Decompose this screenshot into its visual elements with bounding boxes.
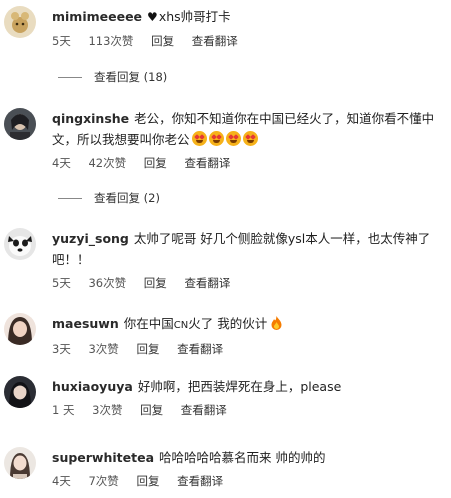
- comment-text: 好帅啊，把西装焊死在身上，please: [137, 379, 342, 394]
- view-replies-label: 查看回复 (18): [94, 70, 168, 84]
- username[interactable]: mimimeeeee: [52, 9, 142, 24]
- see-translation-button[interactable]: 查看翻译: [177, 474, 223, 488]
- reply-button[interactable]: 回复: [151, 34, 174, 48]
- comment-text-part: 火了 我的伙计: [188, 316, 268, 331]
- heart-icon: ♥: [147, 10, 158, 24]
- comment-time: 4天: [52, 474, 71, 488]
- reply-button[interactable]: 回复: [144, 276, 167, 290]
- see-translation-button[interactable]: 查看翻译: [184, 156, 230, 170]
- avatar[interactable]: [4, 108, 36, 140]
- username[interactable]: qingxinshe: [52, 111, 129, 126]
- avatar[interactable]: [4, 228, 36, 260]
- like-count[interactable]: 42次赞: [88, 156, 126, 170]
- like-count[interactable]: 113次赞: [88, 34, 133, 48]
- star-struck-emoji-icon: [208, 131, 224, 146]
- comment-time: 3天: [52, 342, 71, 356]
- username[interactable]: maesuwn: [52, 316, 119, 331]
- comment-text-cn: CN: [173, 320, 189, 331]
- comment-text: xhs帅哥打卡: [158, 9, 231, 24]
- like-count[interactable]: 3次赞: [88, 342, 118, 356]
- reply-button[interactable]: 回复: [140, 403, 163, 417]
- like-count[interactable]: 3次赞: [92, 403, 122, 417]
- fire-emoji-icon: [271, 316, 282, 330]
- comment-time: 5天: [52, 276, 71, 290]
- reply-button[interactable]: 回复: [136, 474, 159, 488]
- see-translation-button[interactable]: 查看翻译: [192, 34, 238, 48]
- divider-line: [58, 198, 82, 199]
- avatar[interactable]: [4, 6, 36, 38]
- like-count[interactable]: 7次赞: [88, 474, 118, 488]
- avatar[interactable]: [4, 313, 36, 345]
- username[interactable]: superwhitetea: [52, 450, 154, 465]
- divider-line: [58, 77, 82, 78]
- username[interactable]: yuzyi_song: [52, 231, 129, 246]
- username[interactable]: huxiaoyuya: [52, 379, 133, 394]
- view-replies-label: 查看回复 (2): [94, 191, 160, 205]
- star-struck-emoji-icon: [191, 131, 207, 146]
- star-struck-emoji-icon: [242, 131, 258, 146]
- see-translation-button[interactable]: 查看翻译: [177, 342, 223, 356]
- avatar[interactable]: [4, 447, 36, 479]
- view-replies-button[interactable]: 查看回复 (18): [58, 68, 167, 86]
- reply-button[interactable]: 回复: [136, 342, 159, 356]
- comment-time: 5天: [52, 34, 71, 48]
- avatar[interactable]: [4, 376, 36, 408]
- reply-button[interactable]: 回复: [144, 156, 167, 170]
- see-translation-button[interactable]: 查看翻译: [181, 403, 227, 417]
- view-replies-button[interactable]: 查看回复 (2): [58, 189, 160, 207]
- star-struck-emoji-icon: [225, 131, 241, 146]
- comment-text-part: 你在中国: [123, 316, 174, 331]
- see-translation-button[interactable]: 查看翻译: [184, 276, 230, 290]
- comment-text: 哈哈哈哈哈慕名而来 帅的帅的: [159, 450, 326, 465]
- comment-time: 1 天: [52, 403, 75, 417]
- like-count[interactable]: 36次赞: [88, 276, 126, 290]
- comment-time: 4天: [52, 156, 71, 170]
